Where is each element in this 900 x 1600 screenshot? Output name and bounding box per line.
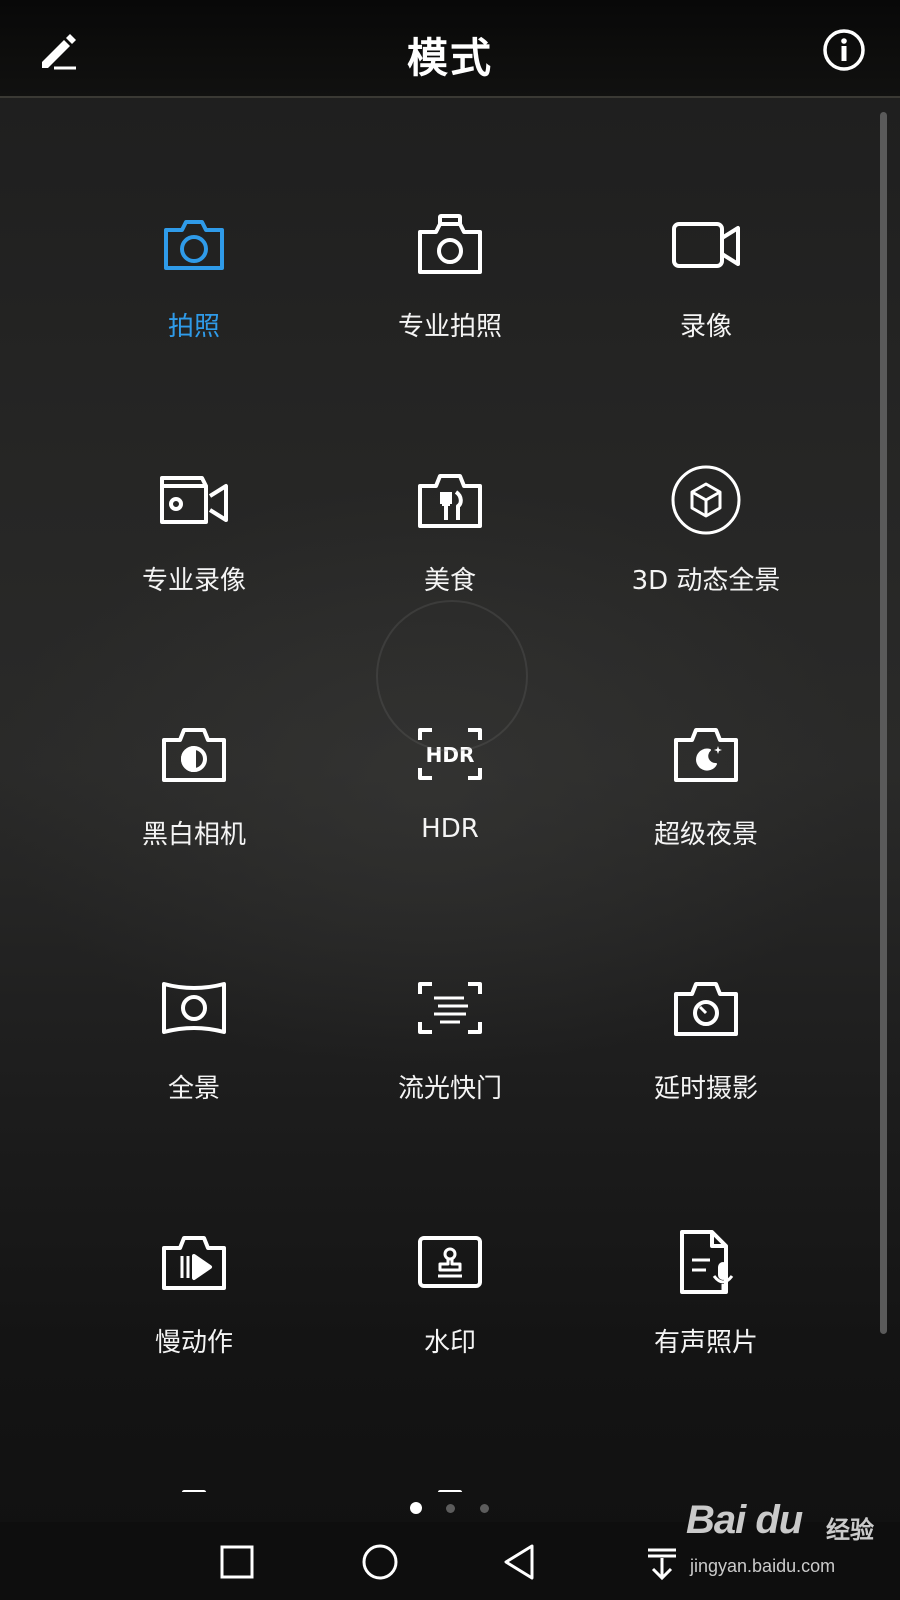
camera-icon (154, 1476, 234, 1492)
mode-video[interactable]: 录像 (596, 206, 816, 386)
timelapse-camera-icon (666, 968, 746, 1048)
info-button[interactable] (816, 22, 872, 78)
pro-camera-icon (410, 206, 490, 286)
pull-down-drawer-icon (648, 1548, 676, 1581)
recent-apps-square-icon (220, 1545, 254, 1579)
mode-slow-motion[interactable]: 慢动作 (84, 1222, 304, 1402)
camera-mode-screen: 拍照 专业拍照 录像 专业录像 美食 3D 动态全景 黑白相机 HDR HDR … (0, 0, 900, 1600)
panorama-icon (154, 968, 234, 1048)
mode-next-row-partial (84, 1476, 304, 1492)
recent-apps-button[interactable] (209, 1534, 265, 1590)
info-circle-icon (823, 29, 865, 71)
watermark-stamp-icon (410, 1222, 490, 1302)
food-fork-knife-icon (410, 460, 490, 540)
focus-ring (376, 600, 528, 752)
mode-panorama[interactable]: 全景 (84, 968, 304, 1148)
baidu-jingyan-watermark: Bai du 经验 jingyan.baidu.com (686, 1498, 896, 1600)
camera-icon (154, 206, 234, 286)
page-title: 模式 (407, 34, 493, 82)
mode-label: 全景 (167, 1074, 220, 1104)
mode-super-night[interactable]: 超级夜景 (596, 714, 816, 894)
light-painting-icon (410, 968, 490, 1048)
slow-motion-icon (154, 1222, 234, 1302)
mode-photo[interactable]: 拍照 (84, 206, 304, 386)
page-dot-active[interactable] (410, 1502, 422, 1514)
mode-label: 录像 (679, 312, 732, 342)
mode-label: 慢动作 (154, 1328, 233, 1358)
3d-cube-icon (666, 460, 746, 540)
mode-label: 专业拍照 (397, 312, 502, 342)
watermark-url: jingyan.baidu.com (690, 1556, 836, 1576)
mode-light-painting[interactable]: 流光快门 (340, 968, 560, 1148)
scrollbar[interactable] (880, 112, 887, 1334)
pro-video-icon (154, 460, 234, 540)
monochrome-camera-icon (154, 714, 234, 794)
notification-drawer-button[interactable] (634, 1534, 690, 1590)
camera-icon (410, 1476, 490, 1492)
night-moon-camera-icon (666, 714, 746, 794)
mode-pro-photo[interactable]: 专业拍照 (340, 206, 560, 386)
mode-label: 流光快门 (397, 1074, 502, 1104)
mode-next-row-partial (340, 1476, 560, 1492)
mode-audio-photo[interactable]: 有声照片 (596, 1222, 816, 1402)
mode-watermark[interactable]: 水印 (340, 1222, 560, 1402)
mode-label: 拍照 (167, 312, 220, 342)
mode-label: 延时摄影 (653, 1074, 758, 1104)
page-dot[interactable] (480, 1504, 489, 1513)
mode-label: 3D 动态全景 (631, 566, 781, 596)
mode-label: 黑白相机 (141, 820, 246, 850)
mode-label: 专业录像 (141, 566, 246, 596)
audio-photo-icon (666, 1222, 746, 1302)
video-camera-icon (666, 206, 746, 286)
mode-timelapse[interactable]: 延时摄影 (596, 968, 816, 1148)
mode-label: 水印 (423, 1328, 476, 1358)
home-circle-icon (362, 1544, 398, 1580)
header-bar: 模式 (0, 0, 900, 98)
watermark-label: 经验 (826, 1516, 874, 1544)
mode-label: 有声照片 (653, 1328, 758, 1358)
home-button[interactable] (352, 1534, 408, 1590)
mode-pro-video[interactable]: 专业录像 (84, 460, 304, 640)
back-triangle-icon (504, 1544, 534, 1580)
mode-monochrome[interactable]: 黑白相机 (84, 714, 304, 894)
baidu-logo: Bai du (686, 1498, 803, 1542)
back-button[interactable] (492, 1534, 548, 1590)
mode-3d-panorama[interactable]: 3D 动态全景 (596, 460, 816, 640)
page-dot[interactable] (446, 1504, 455, 1513)
mode-label: HDR (421, 814, 479, 844)
mode-label: 超级夜景 (653, 820, 758, 850)
mode-label: 美食 (423, 566, 476, 596)
